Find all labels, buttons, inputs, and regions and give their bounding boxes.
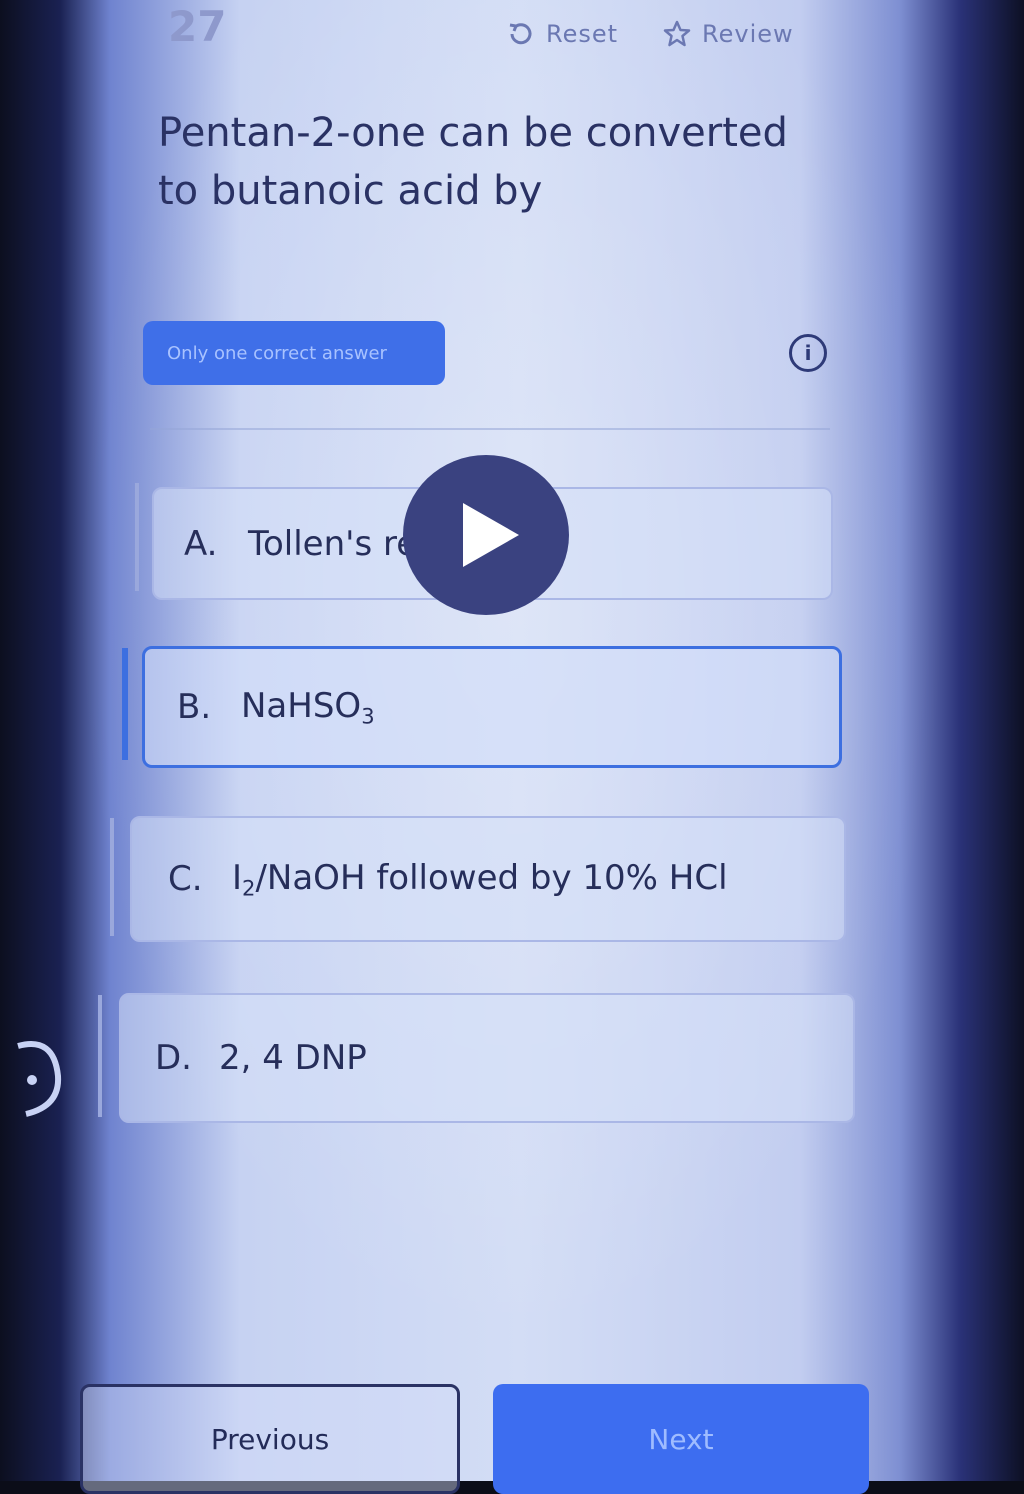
- option-b-text: NaHSO3: [241, 685, 375, 729]
- reset-icon: [509, 23, 532, 45]
- option-d[interactable]: D. 2, 4 DNP: [119, 993, 855, 1123]
- info-icon[interactable]: i: [789, 334, 827, 372]
- option-d-marker: [98, 995, 102, 1117]
- option-c-marker: [110, 818, 114, 936]
- play-button[interactable]: [403, 455, 569, 615]
- next-button[interactable]: Next: [493, 1384, 869, 1494]
- option-b-marker: [122, 648, 128, 760]
- reset-button[interactable]: Reset: [506, 14, 618, 54]
- side-panel-icon[interactable]: [14, 1036, 64, 1120]
- option-c-letter: C.: [168, 859, 203, 899]
- question-text: Pentan-2-one can be converted to butanoi…: [158, 110, 788, 214]
- previous-button[interactable]: Previous: [80, 1384, 460, 1494]
- option-a-marker: [135, 483, 139, 591]
- review-button[interactable]: Review: [662, 14, 794, 54]
- answer-type-badge: Only one correct answer: [143, 321, 445, 385]
- reset-label: Reset: [546, 20, 619, 48]
- option-a-letter: A.: [184, 523, 218, 564]
- answer-type-label: Only one correct answer: [167, 342, 387, 364]
- option-c-text: I2/NaOH followed by 10% HCl: [232, 857, 728, 901]
- option-c[interactable]: C. I2/NaOH followed by 10% HCl: [130, 816, 846, 942]
- previous-label: Previous: [210, 1422, 330, 1456]
- review-label: Review: [702, 20, 794, 48]
- star-outline-icon: [663, 20, 691, 47]
- option-b-letter: B.: [177, 687, 212, 727]
- next-label: Next: [648, 1422, 714, 1456]
- option-b[interactable]: B. NaHSO3: [142, 646, 842, 768]
- option-d-text: 2, 4 DNP: [219, 1038, 367, 1078]
- play-icon: [463, 503, 519, 567]
- option-d-letter: D.: [155, 1038, 192, 1078]
- divider: [150, 428, 830, 430]
- question-number: 27: [168, 2, 227, 51]
